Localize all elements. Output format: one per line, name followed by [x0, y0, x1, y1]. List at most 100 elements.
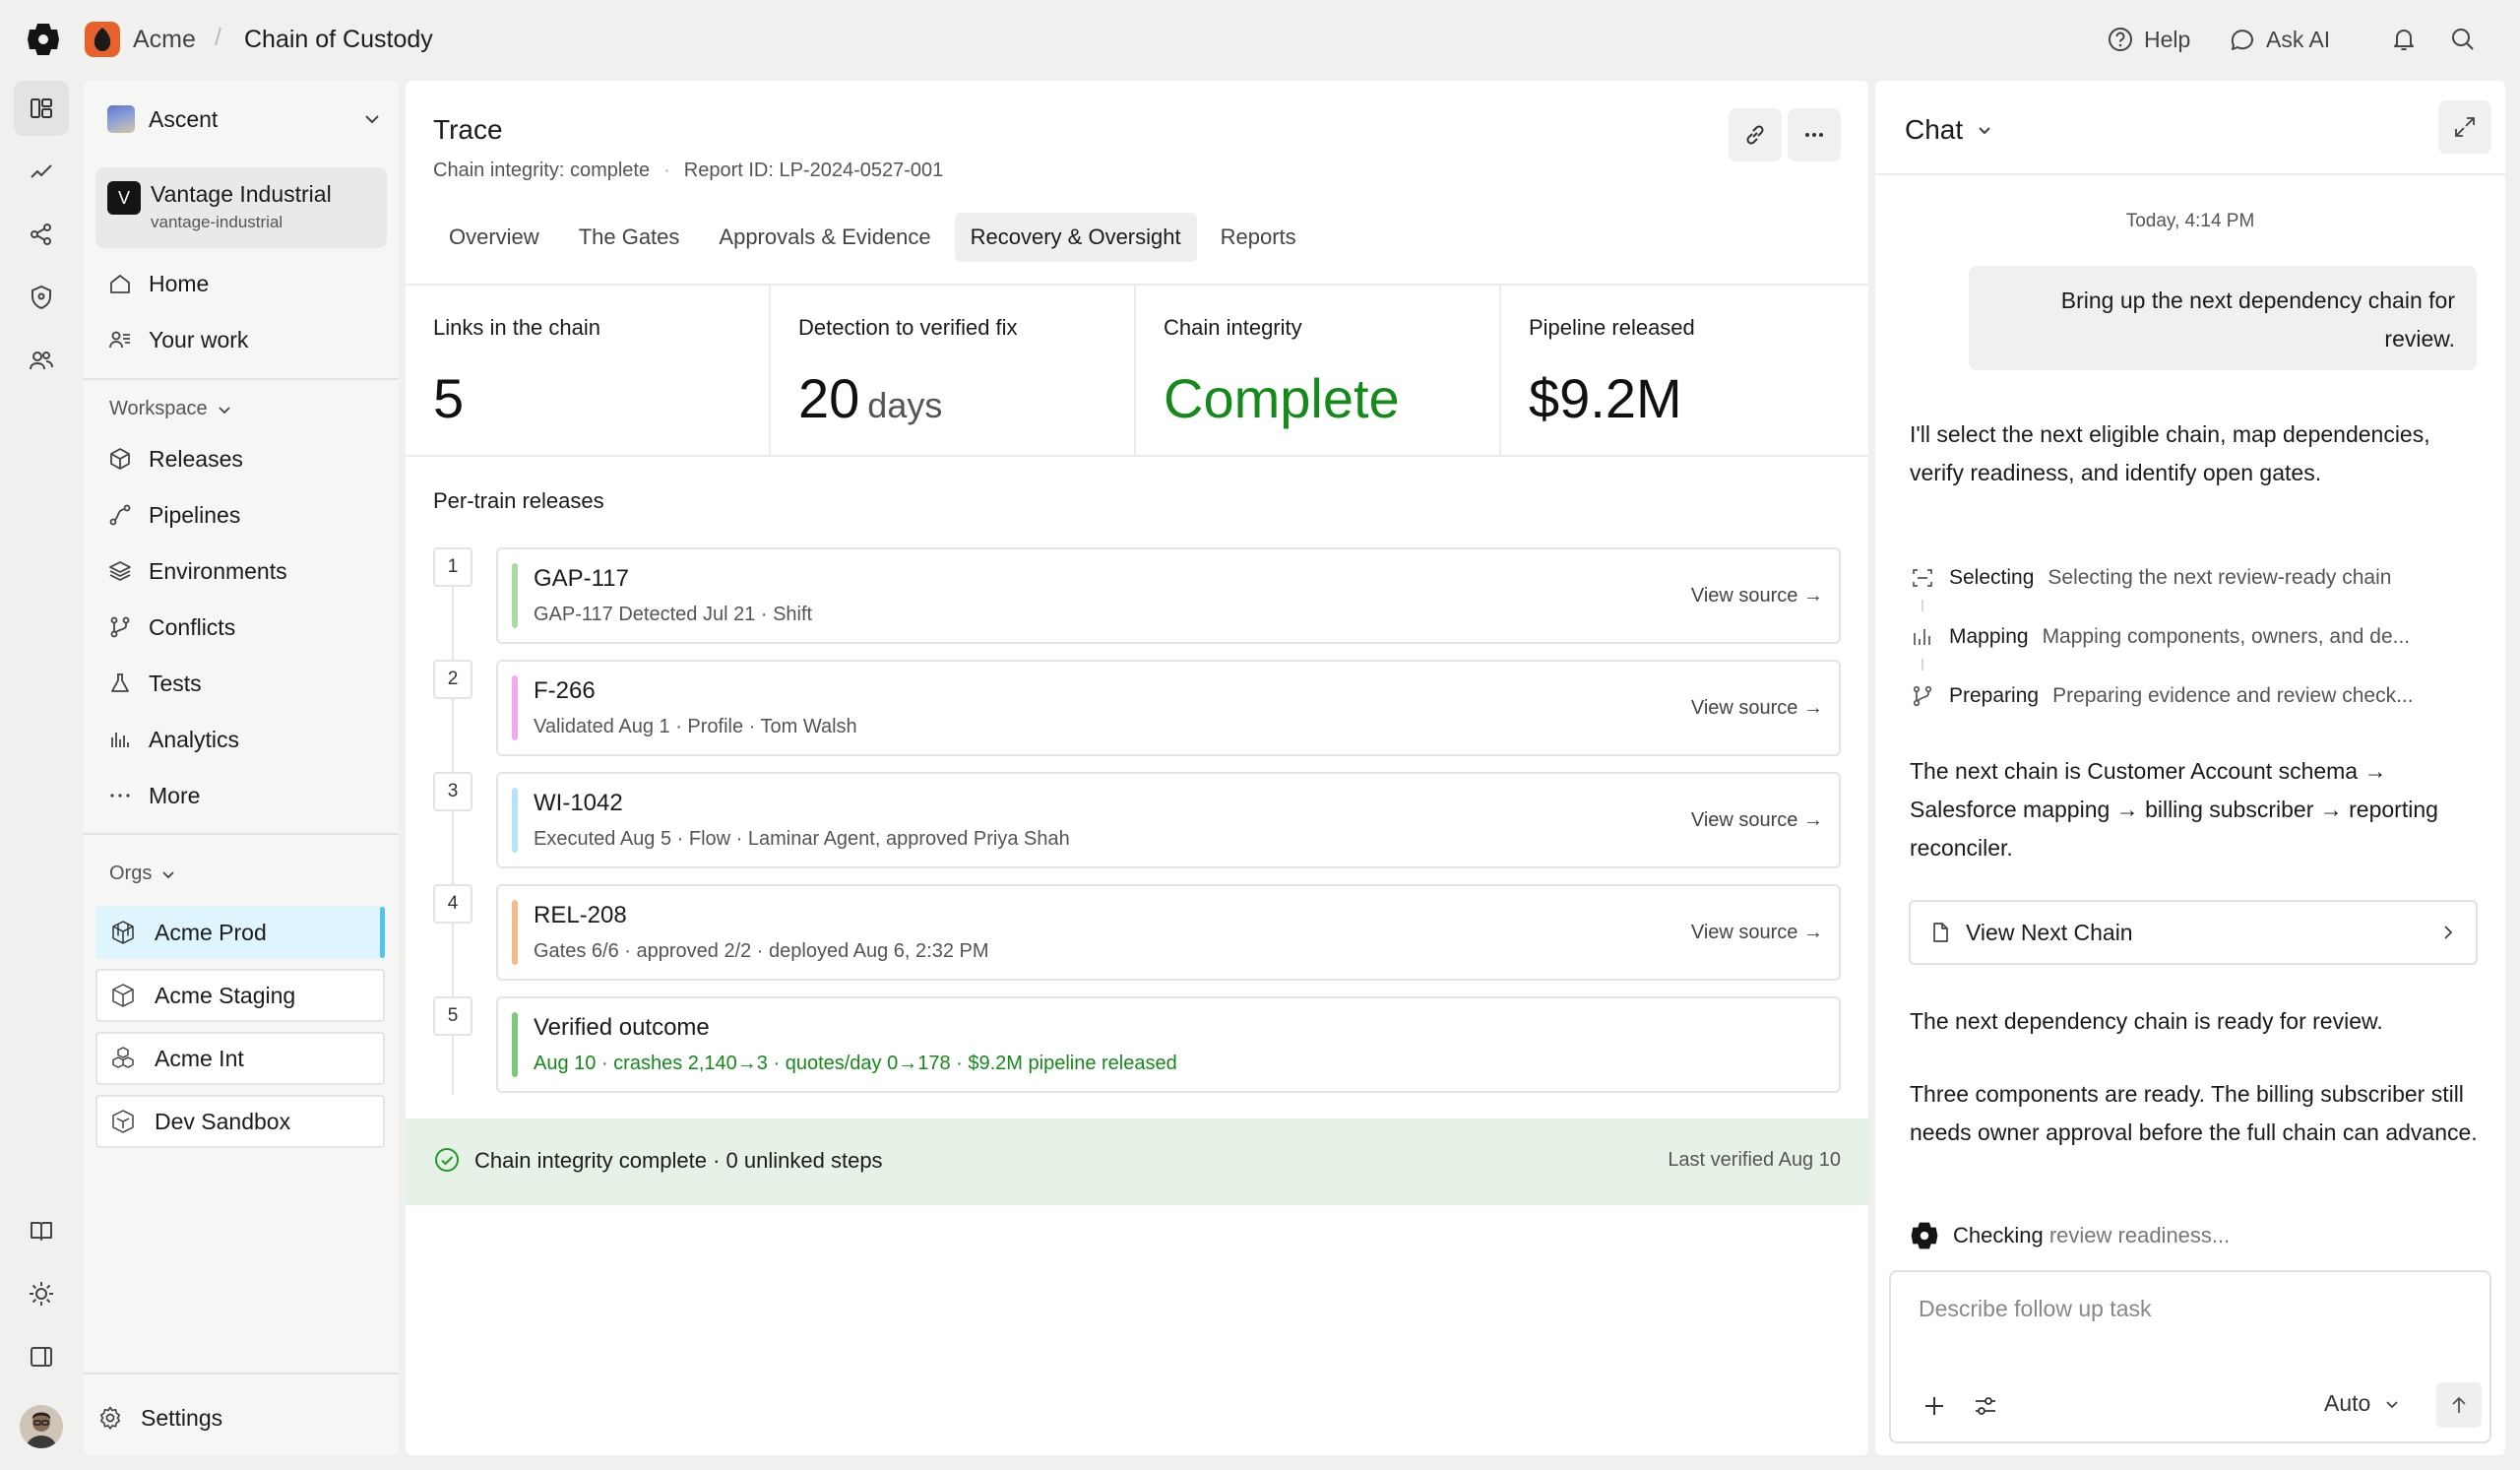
settings-button[interactable]: Settings	[97, 1398, 222, 1438]
rail-panel-toggle-button[interactable]	[14, 1329, 69, 1384]
release-card-3[interactable]: WI-1042 Executed Aug 5 · Flow · Laminar …	[496, 772, 1841, 868]
chevron-down-icon	[361, 108, 383, 130]
org-avatar-icon[interactable]	[85, 22, 120, 57]
gear-icon	[97, 1405, 123, 1431]
link-icon	[1741, 121, 1769, 149]
tab-overview[interactable]: Overview	[433, 213, 555, 262]
flask-icon	[107, 671, 133, 696]
org-item-acme-int[interactable]: Acme Int	[95, 1032, 385, 1085]
rail-team-button[interactable]	[14, 333, 69, 388]
sidebar-item-analytics[interactable]: Analytics	[107, 720, 239, 759]
main-panel: Trace Chain integrity: complete · Report…	[406, 81, 1868, 1455]
org-item-acme-prod[interactable]: Acme Prod	[95, 906, 385, 959]
release-card-2[interactable]: F-266 Validated Aug 1 · Profile · Tom Wa…	[496, 660, 1841, 756]
rail-dashboard-button[interactable]	[14, 81, 69, 136]
release-subtitle: Gates 6/6 · approved 2/2 · deployed Aug …	[534, 940, 989, 962]
view-next-chain-button[interactable]: View Next Chain	[1909, 900, 2478, 965]
user-avatar[interactable]	[20, 1405, 63, 1448]
chat-title-dropdown[interactable]: Chat	[1905, 114, 1994, 146]
package-icon	[107, 446, 133, 472]
breadcrumb-org[interactable]: Acme	[133, 26, 196, 54]
stat-detection-time: Detection to verified fix 20 days	[771, 286, 1136, 455]
org-item-acme-staging[interactable]: Acme Staging	[95, 969, 385, 1022]
user-message: Bring up the next dependency chain for r…	[1969, 266, 2477, 370]
user-list-icon	[107, 327, 133, 352]
settings-sliders-button[interactable]	[1968, 1388, 2003, 1424]
sidebar-item-tests[interactable]: Tests	[107, 664, 202, 703]
expand-chat-button[interactable]	[2438, 100, 2491, 154]
step-key: Mapping	[1949, 625, 2029, 648]
scan-icon	[1910, 565, 1935, 591]
ask-ai-button[interactable]: Ask AI	[2229, 22, 2330, 57]
chat-title: Chat	[1905, 114, 1964, 145]
stat-chain-integrity: Chain integrity Complete	[1136, 286, 1501, 455]
release-card-1[interactable]: GAP-117 GAP-117 Detected Jul 21 · Shift …	[496, 547, 1841, 644]
org-item-label: Acme Staging	[155, 982, 296, 1008]
integrity-banner: Chain integrity complete · 0 unlinked st…	[406, 1118, 1868, 1205]
rail-security-button[interactable]	[14, 270, 69, 325]
rail-share-button[interactable]	[14, 207, 69, 262]
ask-ai-label: Ask AI	[2266, 26, 2331, 52]
chat-composer: Auto	[1889, 1270, 2491, 1443]
team-switcher[interactable]: Ascent	[107, 100, 383, 138]
dashboard-icon	[28, 95, 55, 122]
copy-link-button[interactable]	[1729, 108, 1782, 161]
chat-panel: Chat Today, 4:14 PM Bring up the next de…	[1875, 81, 2505, 1455]
sidebar-divider	[84, 1373, 399, 1374]
sidebar-item-label: Conflicts	[149, 613, 236, 640]
sidebar-item-pipelines[interactable]: Pipelines	[107, 495, 240, 535]
rail-theme-button[interactable]	[14, 1266, 69, 1321]
sidebar-item-environments[interactable]: Environments	[107, 551, 287, 591]
trend-icon	[28, 158, 55, 185]
tab-approvals-evidence[interactable]: Approvals & Evidence	[703, 213, 946, 262]
tab-recovery-oversight[interactable]: Recovery & Oversight	[954, 213, 1197, 262]
sidebar-item-home[interactable]: Home	[107, 264, 209, 303]
sidebar-item-more[interactable]: More	[107, 776, 200, 815]
workspace-card[interactable]: V Vantage Industrial vantage-industrial	[95, 167, 387, 248]
release-card-5[interactable]: Verified outcome Aug 10 · crashes 2,140→…	[496, 996, 1841, 1093]
last-verified: Last verified Aug 10	[1668, 1149, 1841, 1171]
report-id: Report ID: LP-2024-0527-001	[683, 160, 944, 181]
model-select[interactable]: Auto	[2324, 1390, 2402, 1417]
tab-reports[interactable]: Reports	[1205, 213, 1312, 262]
chevron-down-icon	[2382, 1394, 2402, 1414]
rail-docs-button[interactable]	[14, 1203, 69, 1258]
add-attachment-button[interactable]	[1917, 1388, 1952, 1424]
page-title: Trace	[433, 114, 503, 145]
tab-the-gates[interactable]: The Gates	[563, 213, 696, 262]
orgs-section-header[interactable]: Orgs	[109, 863, 177, 885]
more-options-button[interactable]	[1788, 108, 1841, 161]
view-source-link[interactable]: View source →	[1691, 922, 1823, 944]
chat-timestamp: Today, 4:14 PM	[2125, 211, 2255, 231]
workspace-slug: vantage-industrial	[151, 213, 284, 231]
document-icon	[1928, 921, 1952, 944]
release-card-4[interactable]: REL-208 Gates 6/6 · approved 2/2 · deplo…	[496, 884, 1841, 981]
rail-activity-button[interactable]	[14, 144, 69, 199]
spinner-logo-icon	[1910, 1221, 1939, 1250]
view-source-link[interactable]: View source →	[1691, 809, 1823, 832]
tab-bar: Overview The Gates Approvals & Evidence …	[433, 213, 1312, 266]
sidebar-item-your-work[interactable]: Your work	[107, 320, 248, 359]
help-button[interactable]: Help	[2107, 22, 2190, 57]
sidebar-item-releases[interactable]: Releases	[107, 439, 243, 479]
sidebar-item-conflicts[interactable]: Conflicts	[107, 607, 235, 647]
app-logo-icon[interactable]	[26, 22, 61, 57]
step-connector	[1922, 600, 1923, 611]
release-title: Verified outcome	[534, 1014, 710, 1041]
follow-up-input[interactable]	[1919, 1296, 2470, 1322]
stat-number: Complete	[1164, 367, 1400, 429]
view-source-link[interactable]: View source →	[1691, 697, 1823, 720]
send-button[interactable]	[2436, 1382, 2482, 1428]
search-button[interactable]	[2449, 22, 2477, 57]
stat-number: 20	[798, 367, 860, 429]
panel-icon	[28, 1343, 55, 1371]
notifications-button[interactable]	[2390, 22, 2418, 57]
release-title: WI-1042	[534, 790, 623, 816]
view-source-link[interactable]: View source →	[1691, 585, 1823, 607]
sliders-icon	[1973, 1393, 1998, 1419]
sidebar-item-label: Tests	[149, 670, 202, 696]
assistant-intro: I'll select the next eligible chain, map…	[1910, 421, 2430, 485]
org-item-dev-sandbox[interactable]: Dev Sandbox	[95, 1095, 385, 1148]
workspace-section-header[interactable]: Workspace	[109, 398, 233, 420]
stat-number: $9.2M	[1529, 367, 1682, 429]
